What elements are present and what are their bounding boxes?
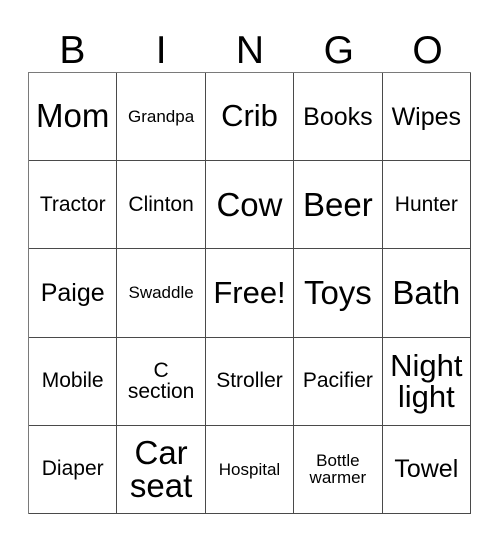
bingo-cell-label: Hunter (394, 192, 458, 216)
bingo-cell[interactable]: Night light (382, 337, 471, 426)
bingo-card: B I N G O Mom Grandpa Crib Books Wipes T… (0, 0, 500, 544)
bingo-header-row: B I N G O (28, 14, 472, 72)
bingo-header-cell-g: G (294, 14, 383, 72)
bingo-cell-label: Beer (303, 185, 373, 223)
bingo-cell[interactable]: C section (117, 337, 206, 426)
bingo-free-label: Free! (213, 274, 286, 310)
bingo-cell-label: Hospital (218, 459, 281, 479)
bingo-cell-label: Mobile (41, 369, 104, 393)
bingo-header-cell-n: N (206, 14, 295, 72)
bingo-cell-label: Paige (40, 278, 105, 307)
bingo-cell[interactable]: Towel (382, 425, 471, 514)
bingo-cell[interactable]: Books (294, 73, 383, 162)
bingo-cell-label: Towel (394, 455, 459, 484)
bingo-cell[interactable]: Swaddle (117, 249, 206, 338)
bingo-cell-label: Pacifier (302, 369, 373, 393)
bingo-cell-label: Night light (390, 348, 463, 415)
bingo-cell-label: Cow (216, 185, 283, 223)
bingo-header-cell-i: I (117, 14, 206, 72)
bingo-cell-label: Wipes (391, 102, 462, 131)
bingo-cell[interactable]: Car seat (117, 425, 206, 514)
bingo-cell-label: C section (127, 359, 195, 404)
bingo-free-cell[interactable]: Free! (205, 249, 295, 338)
bingo-grid: Mom Grandpa Crib Books Wipes Tractor Cli… (28, 72, 471, 514)
bingo-cell-label: Tractor (39, 192, 106, 216)
bingo-cell[interactable]: Mobile (29, 337, 118, 426)
bingo-cell-label: Bottle warmer (309, 451, 367, 488)
bingo-cell-label: Swaddle (128, 283, 194, 303)
bingo-cell[interactable]: Paige (29, 249, 118, 338)
bingo-cell-label: Books (303, 102, 373, 131)
bingo-cell[interactable]: Hospital (205, 425, 295, 514)
bingo-header-letter-i: I (155, 29, 167, 72)
bingo-cell[interactable]: Tractor (29, 161, 118, 250)
bingo-header-letter-b: B (59, 29, 86, 72)
bingo-cell-label: Clinton (128, 192, 194, 216)
bingo-cell-label: Mom (36, 97, 110, 135)
bingo-header-letter-n: N (235, 29, 265, 72)
bingo-cell[interactable]: Pacifier (294, 337, 383, 426)
bingo-header-letter-o: O (412, 29, 443, 72)
bingo-cell[interactable]: Toys (294, 249, 383, 338)
bingo-cell[interactable]: Bottle warmer (294, 425, 383, 514)
bingo-cell[interactable]: Clinton (117, 161, 206, 250)
bingo-cell-label: Crib (221, 98, 278, 134)
bingo-cell-label: Grandpa (128, 106, 195, 126)
bingo-cell-label: Toys (303, 273, 372, 311)
bingo-cell[interactable]: Wipes (382, 73, 471, 162)
bingo-cell[interactable]: Grandpa (117, 73, 206, 162)
bingo-cell[interactable]: Crib (205, 73, 295, 162)
bingo-cell-label: Stroller (216, 369, 283, 393)
bingo-header-letter-g: G (323, 29, 354, 72)
bingo-cell[interactable]: Diaper (29, 425, 118, 514)
bingo-cell[interactable]: Hunter (382, 161, 471, 250)
bingo-cell-label: Diaper (41, 457, 104, 481)
bingo-cell[interactable]: Bath (382, 249, 471, 338)
bingo-cell[interactable]: Beer (294, 161, 383, 250)
bingo-cell-label: Car seat (129, 434, 193, 505)
bingo-header-cell-b: B (28, 14, 117, 72)
bingo-cell[interactable]: Mom (29, 73, 118, 162)
bingo-cell[interactable]: Stroller (205, 337, 295, 426)
bingo-header-cell-o: O (383, 14, 472, 72)
bingo-cell[interactable]: Cow (205, 161, 295, 250)
bingo-cell-label: Bath (392, 273, 461, 311)
